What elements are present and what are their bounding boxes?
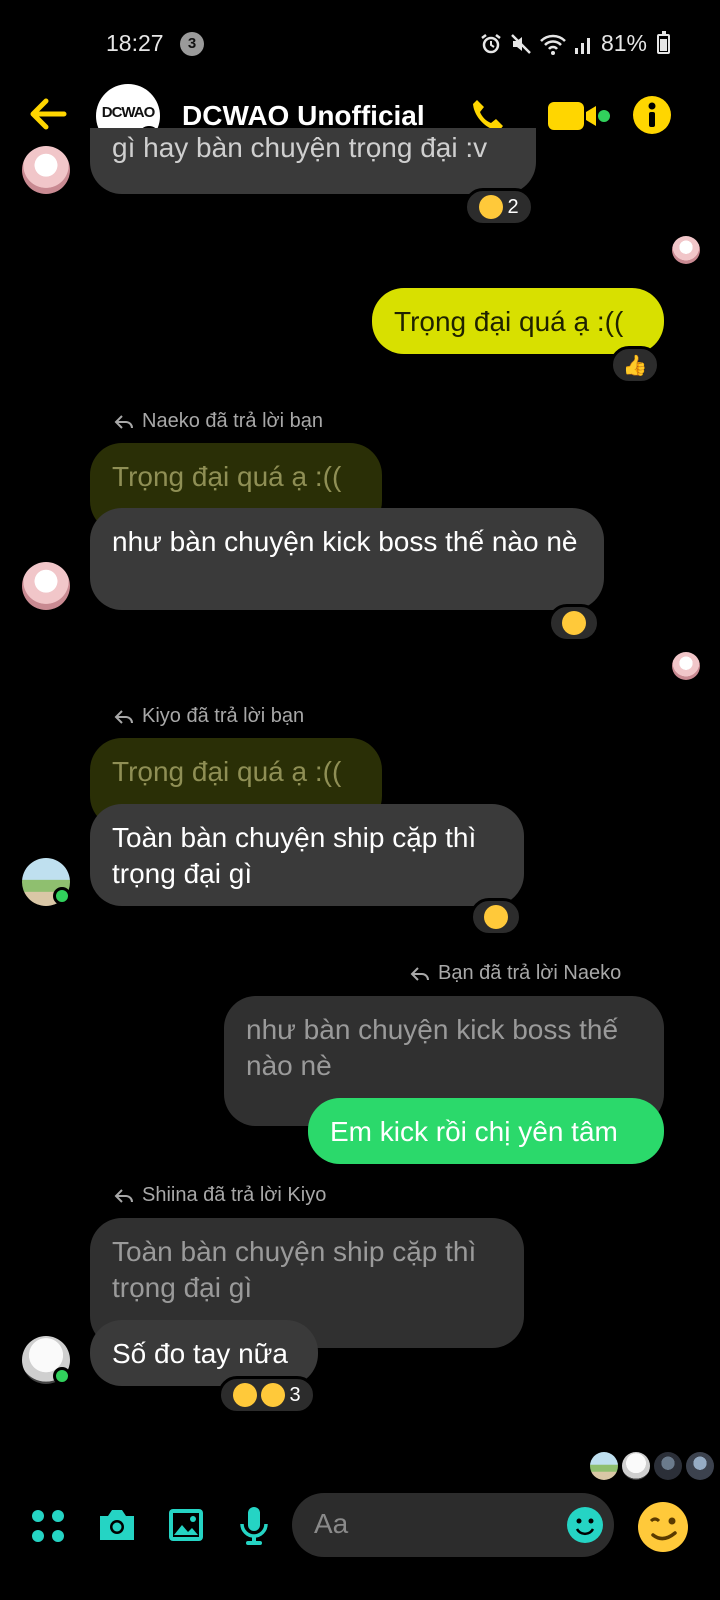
message-reactions[interactable]: 👍 — [610, 346, 660, 384]
outgoing-message-bubble[interactable]: Em kick rồi chị yên tâm — [308, 1098, 664, 1164]
crying-face-icon — [484, 905, 508, 929]
reply-label-text: Naeko đã trả lời bạn — [142, 410, 323, 432]
message-input-placeholder: Aa — [314, 1508, 349, 1539]
notification-count-badge: 3 — [180, 32, 204, 56]
crying-face-icon — [479, 195, 504, 219]
message-reactions[interactable] — [470, 898, 522, 936]
reply-label-text: Bạn đã trả lời Naeko — [438, 962, 622, 984]
outgoing-message-bubble[interactable]: Trọng đại quá ạ :(( — [372, 288, 664, 354]
reply-indicator: Kiyo đã trả lời bạn — [114, 705, 304, 728]
video-call-icon[interactable] — [546, 98, 612, 134]
emoji-picker-icon[interactable] — [566, 1506, 604, 1544]
wifi-icon — [540, 34, 566, 55]
info-icon[interactable] — [632, 95, 672, 135]
online-indicator — [53, 887, 71, 905]
mute-icon — [511, 33, 531, 54]
reply-indicator: Bạn đã trả lời Naeko — [410, 962, 621, 985]
reply-label-text: Kiyo đã trả lời bạn — [142, 705, 305, 727]
battery-percent: 81% — [600, 30, 647, 56]
seen-avatar — [622, 1452, 650, 1480]
gallery-icon[interactable] — [166, 1506, 206, 1544]
message-reactions[interactable] — [548, 604, 600, 642]
back-arrow-icon[interactable] — [24, 90, 72, 138]
camera-icon[interactable] — [96, 1506, 138, 1544]
message-reactions[interactable]: 2 — [464, 188, 534, 226]
signal-icon — [574, 37, 590, 54]
alarm-icon — [481, 33, 501, 53]
seen-avatar — [654, 1452, 682, 1480]
reply-indicator: Naeko đã trả lời bạn — [114, 410, 323, 433]
reaction-count: 2 — [507, 195, 519, 218]
sender-avatar-naeko[interactable] — [22, 562, 70, 610]
battery-icon — [657, 30, 670, 54]
winking-face-icon[interactable] — [636, 1500, 690, 1554]
seen-avatar — [590, 1452, 618, 1480]
laughing-face-icon — [233, 1383, 258, 1407]
crying-face-icon — [261, 1383, 286, 1407]
seen-avatar — [672, 652, 700, 680]
reply-arrow-icon — [114, 709, 133, 724]
crying-face-icon — [562, 611, 586, 635]
reaction-count: 3 — [289, 1383, 301, 1406]
microphone-icon[interactable] — [238, 1504, 270, 1546]
reply-indicator: Shiina đã trả lời Kiyo — [114, 1184, 326, 1207]
message-bubble[interactable]: như bàn chuyện kick boss thế nào nè — [90, 508, 604, 610]
group-logo: DCWAO — [101, 104, 156, 121]
sender-avatar-naeko[interactable] — [22, 146, 70, 194]
online-indicator — [53, 1367, 71, 1385]
reply-arrow-icon — [410, 966, 429, 981]
seen-avatar — [686, 1452, 714, 1480]
message-bubble[interactable]: Toàn bàn chuyện ship cặp thì trọng đại g… — [90, 804, 524, 906]
reply-arrow-icon — [114, 1188, 133, 1203]
message-bubble[interactable]: gì hay bàn chuyện trọng đại :v — [90, 128, 536, 194]
more-actions-icon[interactable] — [30, 1508, 66, 1544]
status-time: 18:27 — [106, 30, 164, 56]
status-icons: 81% — [479, 30, 670, 57]
thumbs-up-icon: 👍 — [622, 354, 648, 377]
message-reactions[interactable]: 3 — [218, 1376, 316, 1414]
reply-label-text: Shiina đã trả lời Kiyo — [142, 1184, 327, 1206]
seen-avatar — [672, 236, 700, 264]
reply-arrow-icon — [114, 414, 133, 429]
